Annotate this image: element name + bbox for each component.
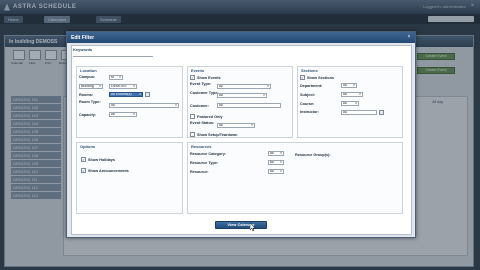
event-type-value: All (219, 84, 223, 88)
chevron-down-icon: ▾ (353, 83, 355, 87)
chevron-down-icon: ▾ (280, 160, 282, 164)
subject-select[interactable]: All ▾ (341, 92, 363, 97)
building-type-value: Building (81, 84, 94, 88)
building-value: DEMOSS (111, 84, 127, 88)
resource-group-label: Resource Group(s): (295, 153, 331, 157)
room-type-value: All (111, 103, 115, 107)
resource-category-label: Resource Category: (190, 152, 227, 156)
chevron-down-icon: ▾ (133, 84, 135, 88)
show-announcements-checkbox[interactable]: ✓ (81, 168, 86, 173)
course-label: Course: (300, 102, 315, 106)
capacity-label: Capacity: (79, 113, 97, 117)
chevron-down-icon: ▾ (280, 169, 282, 173)
instructor-value: All (343, 110, 347, 114)
events-title: Events (191, 68, 205, 73)
subject-value: All (343, 92, 347, 96)
show-sections-checkbox[interactable]: ✓ (300, 75, 305, 80)
capacity-value: All (111, 112, 115, 116)
course-select[interactable]: All ▾ (341, 101, 359, 106)
customer-type-value: All (219, 93, 223, 97)
view-calendar-button[interactable]: View Calendar (215, 221, 267, 229)
chevron-down-icon: ▾ (119, 75, 121, 79)
resource-label: Resource: (190, 170, 209, 174)
chevron-down-icon: ▾ (267, 84, 269, 88)
instructor-lookup-icon[interactable]: … (379, 110, 384, 115)
resource-category-value: All (270, 151, 274, 155)
instructor-label: Instructor: (300, 110, 319, 114)
resources-title: Resources (191, 144, 212, 149)
sections-title: Sections (301, 68, 318, 73)
instructor-select[interactable]: All (341, 110, 377, 115)
chevron-down-icon: ▾ (251, 123, 253, 127)
chevron-down-icon: ▾ (133, 112, 135, 116)
chevron-down-icon: ▾ (263, 93, 265, 97)
keywords-input[interactable] (73, 52, 153, 57)
rooms-lookup-icon[interactable]: … (145, 92, 150, 97)
chevron-down-icon: ▾ (175, 103, 177, 107)
campus-value: M (111, 75, 114, 79)
event-status-select[interactable]: All ▾ (217, 123, 255, 128)
capacity-select[interactable]: All ▾ (109, 112, 137, 117)
resource-value: All (270, 169, 274, 173)
event-status-value: All (219, 123, 223, 127)
show-setup-checkbox[interactable] (190, 132, 195, 137)
show-events-checkbox[interactable]: ✓ (190, 75, 195, 80)
customer-type-label: Customer Type: (190, 91, 219, 95)
mouse-pointer-icon (250, 223, 256, 231)
rooms-label: Rooms: (79, 93, 94, 97)
show-holidays-label: Show Holidays (88, 158, 116, 162)
edit-filter-dialog: Edit Filter × Keywords Location Campus: … (66, 31, 416, 238)
options-title: Options (80, 144, 96, 149)
building-select[interactable]: DEMOSS ▾ (109, 84, 137, 89)
chevron-down-icon: ▾ (359, 92, 361, 96)
event-type-select[interactable]: All ▾ (217, 84, 271, 89)
event-status-label: Event Status: (190, 121, 215, 125)
featured-only-checkbox[interactable] (190, 114, 195, 119)
close-icon[interactable]: × (406, 34, 412, 40)
chevron-down-icon: ▾ (139, 92, 141, 96)
customer-value: All (219, 103, 223, 107)
chevron-down-icon: ▾ (99, 84, 101, 88)
resource-type-select[interactable]: All ▾ (268, 160, 284, 165)
course-value: All (343, 101, 347, 105)
subject-label: Subject: (300, 93, 315, 97)
show-holidays-checkbox[interactable]: ✓ (81, 157, 86, 162)
rooms-value: All Rooms(s) (111, 92, 132, 96)
dialog-header: Edit Filter × (67, 32, 415, 43)
show-events-label: Show Events (197, 76, 221, 80)
location-title: Location (80, 68, 97, 73)
resource-type-value: All (270, 160, 274, 164)
resource-type-label: Resource Type: (190, 161, 219, 165)
customer-select[interactable]: All (217, 103, 281, 108)
rooms-select[interactable]: All Rooms(s) ▾ (109, 92, 143, 97)
department-label: Department: (300, 84, 323, 88)
resource-category-select[interactable]: All ▾ (268, 151, 284, 156)
resource-select[interactable]: All ▾ (268, 169, 284, 174)
chevron-down-icon: ▾ (280, 151, 282, 155)
show-announcements-label: Show Announcements (88, 169, 129, 173)
campus-label: Campus: (79, 75, 96, 79)
show-setup-label: Show Setup/Teardown (197, 133, 238, 137)
options-group: Options (76, 142, 183, 214)
room-type-label: Room Type: (79, 100, 101, 104)
chevron-down-icon: ▾ (355, 101, 357, 105)
event-type-label: Event Type: (190, 82, 212, 86)
room-type-select[interactable]: All ▾ (109, 103, 179, 108)
department-select[interactable]: All ▾ (341, 83, 357, 88)
department-value: All (343, 83, 347, 87)
show-sections-label: Show Sections (307, 76, 335, 80)
customer-type-select[interactable]: All ▾ (217, 93, 267, 98)
featured-only-label: Featured Only (197, 115, 223, 119)
building-type-select[interactable]: Building ▾ (79, 84, 103, 89)
customer-label: Customer: (190, 104, 209, 108)
dialog-title: Edit Filter (71, 35, 95, 41)
campus-select[interactable]: M ▾ (109, 75, 123, 80)
